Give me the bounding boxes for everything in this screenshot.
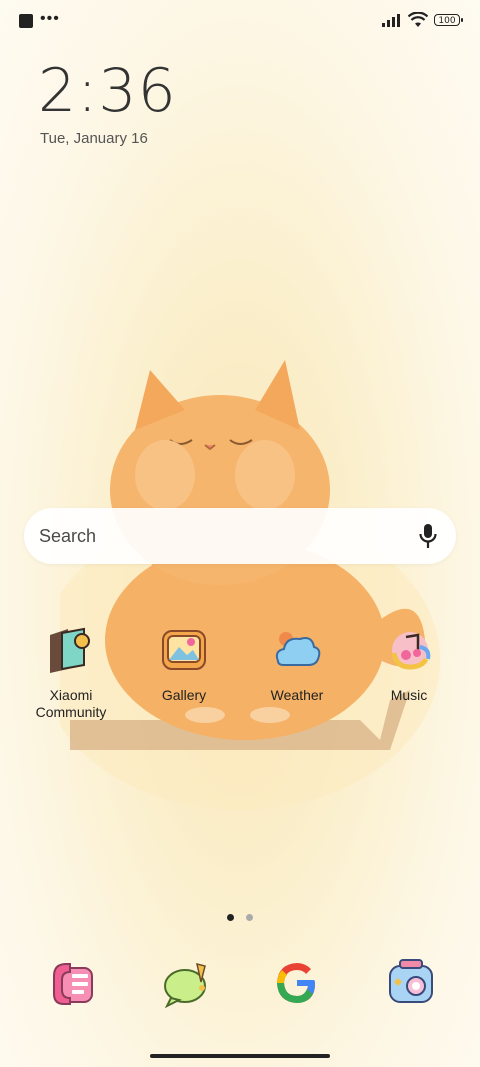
clock-time[interactable]: 2:36 [38, 56, 177, 126]
microphone-icon[interactable] [418, 523, 438, 549]
app-label: Xiaomi Community [35, 687, 107, 720]
app-label: Gallery [161, 687, 207, 703]
signal-icon [382, 14, 400, 27]
clock-date[interactable]: Tue, January 16 [40, 130, 148, 147]
battery-indicator: 100 [434, 14, 463, 26]
app-weather[interactable]: Weather [247, 623, 347, 704]
weather-icon [275, 632, 321, 666]
wifi-icon [408, 12, 428, 27]
camera-icon[interactable] [384, 956, 438, 1010]
page-dot[interactable] [246, 914, 254, 921]
page-indicator[interactable] [0, 908, 480, 926]
google-icon[interactable] [270, 956, 324, 1010]
home-gesture-bar[interactable] [150, 1054, 330, 1058]
phone-icon[interactable] [48, 956, 102, 1010]
status-bar: ••• 100 [0, 0, 480, 42]
app-label: Music [390, 687, 428, 703]
app-notification-icon [19, 14, 33, 28]
xiaomi-community-icon [50, 627, 90, 673]
more-notifications-icon: ••• [40, 10, 60, 27]
search-bar[interactable]: Search [24, 508, 456, 564]
cat-wallpaper [60, 360, 440, 810]
app-music[interactable]: Music [359, 623, 459, 704]
gallery-icon [162, 630, 206, 670]
app-xiaomi-community[interactable]: Xiaomi Community [21, 623, 121, 721]
page-dot-active[interactable] [226, 914, 234, 921]
search-placeholder: Search [39, 526, 97, 546]
music-icon [391, 632, 431, 670]
app-gallery[interactable]: Gallery [134, 623, 234, 704]
messages-icon[interactable] [161, 956, 215, 1010]
app-label: Weather [270, 687, 324, 703]
